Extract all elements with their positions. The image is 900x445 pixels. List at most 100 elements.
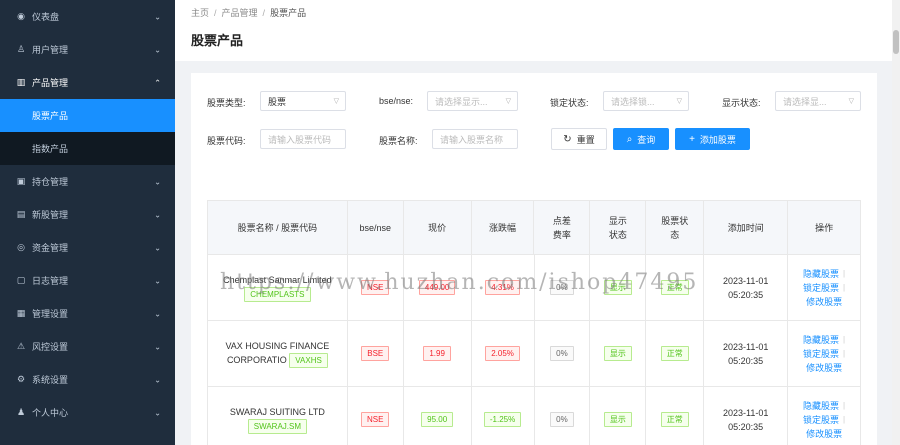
stock-status-tag: 正常	[660, 346, 689, 361]
person-icon: ♟	[16, 407, 26, 417]
chevron-down-icon: ⌄	[154, 177, 161, 186]
breadcrumb-section[interactable]: 产品管理	[222, 8, 258, 18]
added-time-cell: 2023-11-01 05:20:35	[704, 387, 789, 445]
scrollbar[interactable]	[892, 0, 900, 445]
sidebar-item-9[interactable]: ⚙ 系统设置 ⌄	[0, 363, 175, 396]
operations-cell: 隐藏股票 | 锁定股票 | 修改股票	[788, 387, 862, 445]
column-header: 显示状态	[590, 201, 647, 255]
search-button[interactable]: ⌕ 查询	[613, 128, 669, 150]
column-header: 现价	[403, 201, 472, 255]
sidebar-item-7[interactable]: ▦ 管理设置 ⌄	[0, 297, 175, 330]
page-title: 股票产品	[191, 33, 244, 48]
sidebar-item-label: 仪表盘	[32, 12, 60, 22]
sidebar-item-3[interactable]: ▣ 持仓管理 ⌄	[0, 165, 175, 198]
price-tag: 95.00	[421, 412, 454, 427]
stock-type-label: 股票类型:	[207, 98, 246, 108]
sidebar-item-6[interactable]: ▢ 日志管理 ⌄	[0, 264, 175, 297]
sidebar-item-label: 个人中心	[32, 408, 69, 418]
sidebar-item-label: 管理设置	[32, 309, 69, 319]
sidebar-item-label: 资金管理	[32, 243, 69, 253]
search-label: 查询	[637, 134, 656, 145]
show-status-cell: 显示	[590, 387, 647, 445]
operations-cell: 隐藏股票 | 锁定股票 | 修改股票	[788, 255, 862, 321]
change-cell: 4.31%	[471, 255, 535, 321]
chevron-up-icon: ⌃	[154, 78, 161, 87]
stock-code-tag: CHEMPLASTS	[244, 287, 311, 302]
sidebar-item-1[interactable]: ♙ 用户管理 ⌄	[0, 33, 175, 66]
scroll-thumb[interactable]	[893, 30, 899, 54]
table-row: SWARAJ SUITING LTD SWARAJ.SM NSE 95.00 -1.2…	[208, 387, 862, 445]
spread-cell: 0%	[535, 387, 591, 445]
table-row: Chemplast Sanmar Limited CHEMPLASTS NSE 44…	[208, 255, 862, 321]
sidebar-item-5[interactable]: ◎ 资金管理 ⌄	[0, 231, 175, 264]
price-tag: 449.00	[418, 280, 456, 295]
change-cell: 2.05%	[471, 321, 535, 387]
change-tag: 4.31%	[485, 280, 520, 295]
show-status-placeholder: 请选择显...	[783, 96, 827, 107]
price-cell: 1.99	[403, 321, 472, 387]
stock-name-label: 股票名称:	[379, 136, 418, 146]
breadcrumb-home[interactable]: 主页	[191, 8, 209, 18]
stock-table: 股票名称 / 股票代码 bse/nse 现价 涨跌幅 点差费率 显示状态 股票状态 添加时间操…	[207, 200, 862, 445]
breadcrumb: 主页 / 产品管理 / 股票产品	[191, 8, 307, 18]
bse-nse-label: bse/nse:	[379, 96, 414, 106]
added-date: 2023-11-01	[723, 407, 769, 418]
sidebar-item-10[interactable]: ♟ 个人中心 ⌄	[0, 396, 175, 429]
sidebar-item-0[interactable]: ◉ 仪表盘 ⌄	[0, 0, 175, 33]
added-time: 05:20:35	[728, 289, 764, 300]
column-header: 操作	[788, 201, 862, 255]
column-header: 涨跌幅	[471, 201, 535, 255]
lock-status-select[interactable]: 请选择锁... ▽	[603, 91, 689, 111]
hide-stock-link[interactable]: 隐藏股票	[803, 333, 839, 347]
sidebar-item-label: 风控设置	[32, 342, 69, 352]
exchange-tag: NSE	[361, 412, 390, 427]
bse-nse-select[interactable]: 请选择显示... ▽	[427, 91, 518, 111]
edit-stock-link[interactable]: 修改股票	[806, 427, 842, 441]
stock-code-tag: SWARAJ.SM	[247, 419, 308, 434]
show-status-cell: 显示	[590, 321, 647, 387]
sidebar-item-label: 产品管理	[32, 78, 69, 88]
add-stock-button[interactable]: + 添加股票	[675, 128, 750, 150]
column-header: bse/nse	[347, 201, 404, 255]
chevron-down-icon: ▽	[333, 98, 339, 105]
change-tag: -1.25%	[483, 412, 522, 427]
chevron-down-icon: ⌄	[154, 276, 161, 285]
sidebar-item-8[interactable]: ⚠ 风控设置 ⌄	[0, 330, 175, 363]
sidebar-subitem-0[interactable]: 股票产品	[0, 99, 175, 132]
lock-status-label: 锁定状态:	[550, 98, 589, 108]
stock-name-cell: VAX HOUSING FINANCE CORPORATIO VAXHS	[208, 321, 348, 387]
hide-stock-link[interactable]: 隐藏股票	[803, 267, 839, 281]
stock-name: SWARAJ SUITING LTD	[229, 407, 325, 417]
show-status-tag: 显示	[603, 412, 632, 427]
lock-stock-link[interactable]: 锁定股票	[803, 281, 839, 295]
stock-code-input[interactable]: 请输入股票代码	[260, 129, 346, 149]
sidebar-item-label: 新股管理	[32, 210, 69, 220]
spread-tag: 0%	[550, 346, 574, 361]
stock-name-input[interactable]: 请输入股票名称	[432, 129, 518, 149]
chevron-down-icon: ⌄	[154, 12, 161, 21]
breadcrumb-current: 股票产品	[270, 8, 307, 18]
lock-stock-link[interactable]: 锁定股票	[803, 347, 839, 361]
chevron-down-icon: ⌄	[154, 375, 161, 384]
sidebar-item-2[interactable]: ▥ 产品管理 ⌃	[0, 66, 175, 99]
stock-name-placeholder: 请输入股票名称	[440, 134, 504, 145]
sidebar-subitem-1[interactable]: 指数产品	[0, 132, 175, 165]
reset-button[interactable]: ↻ 重置	[551, 128, 607, 150]
chevron-down-icon: ⌄	[154, 210, 161, 219]
position-icon: ▣	[16, 176, 26, 186]
stock-status-cell: 正常	[646, 321, 705, 387]
show-status-select[interactable]: 请选择显... ▽	[775, 91, 861, 111]
edit-stock-link[interactable]: 修改股票	[806, 361, 842, 375]
column-header: 股票名称 / 股票代码	[208, 201, 348, 255]
lock-stock-link[interactable]: 锁定股票	[803, 413, 839, 427]
chevron-down-icon: ▽	[676, 98, 682, 105]
page-header: 主页 / 产品管理 / 股票产品 股票产品	[175, 0, 900, 61]
main-content: 主页 / 产品管理 / 股票产品 股票产品 股票类型: 股票 ▽ bse/nse: 请选择…	[175, 0, 900, 445]
added-time-cell: 2023-11-01 05:20:35	[704, 321, 789, 387]
reset-label: 重置	[576, 134, 595, 145]
hide-stock-link[interactable]: 隐藏股票	[803, 399, 839, 413]
stock-type-select[interactable]: 股票 ▽	[260, 91, 346, 111]
exchange-tag: NSE	[361, 280, 390, 295]
edit-stock-link[interactable]: 修改股票	[806, 295, 842, 309]
sidebar-item-4[interactable]: ▤ 新股管理 ⌄	[0, 198, 175, 231]
